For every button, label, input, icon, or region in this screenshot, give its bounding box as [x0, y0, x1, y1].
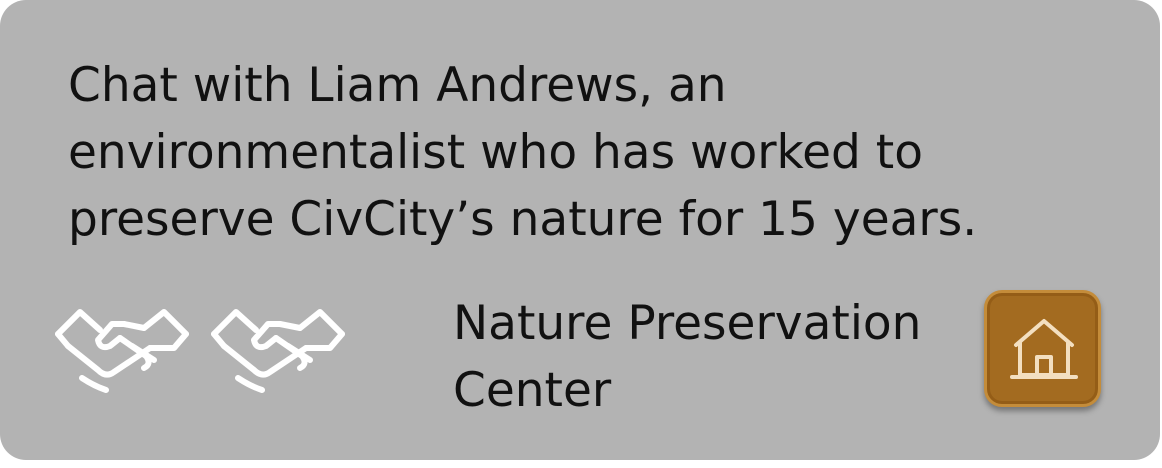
- location-name: Nature Preservation Center: [453, 296, 922, 418]
- home-icon: [1010, 315, 1078, 381]
- character-card[interactable]: Chat with Liam Andrews, an environmental…: [0, 0, 1160, 460]
- handshake-icon: [210, 300, 346, 400]
- home-button[interactable]: [984, 290, 1101, 407]
- character-description: Chat with Liam Andrews, an environmental…: [68, 58, 978, 247]
- handshake-icon: [54, 300, 190, 400]
